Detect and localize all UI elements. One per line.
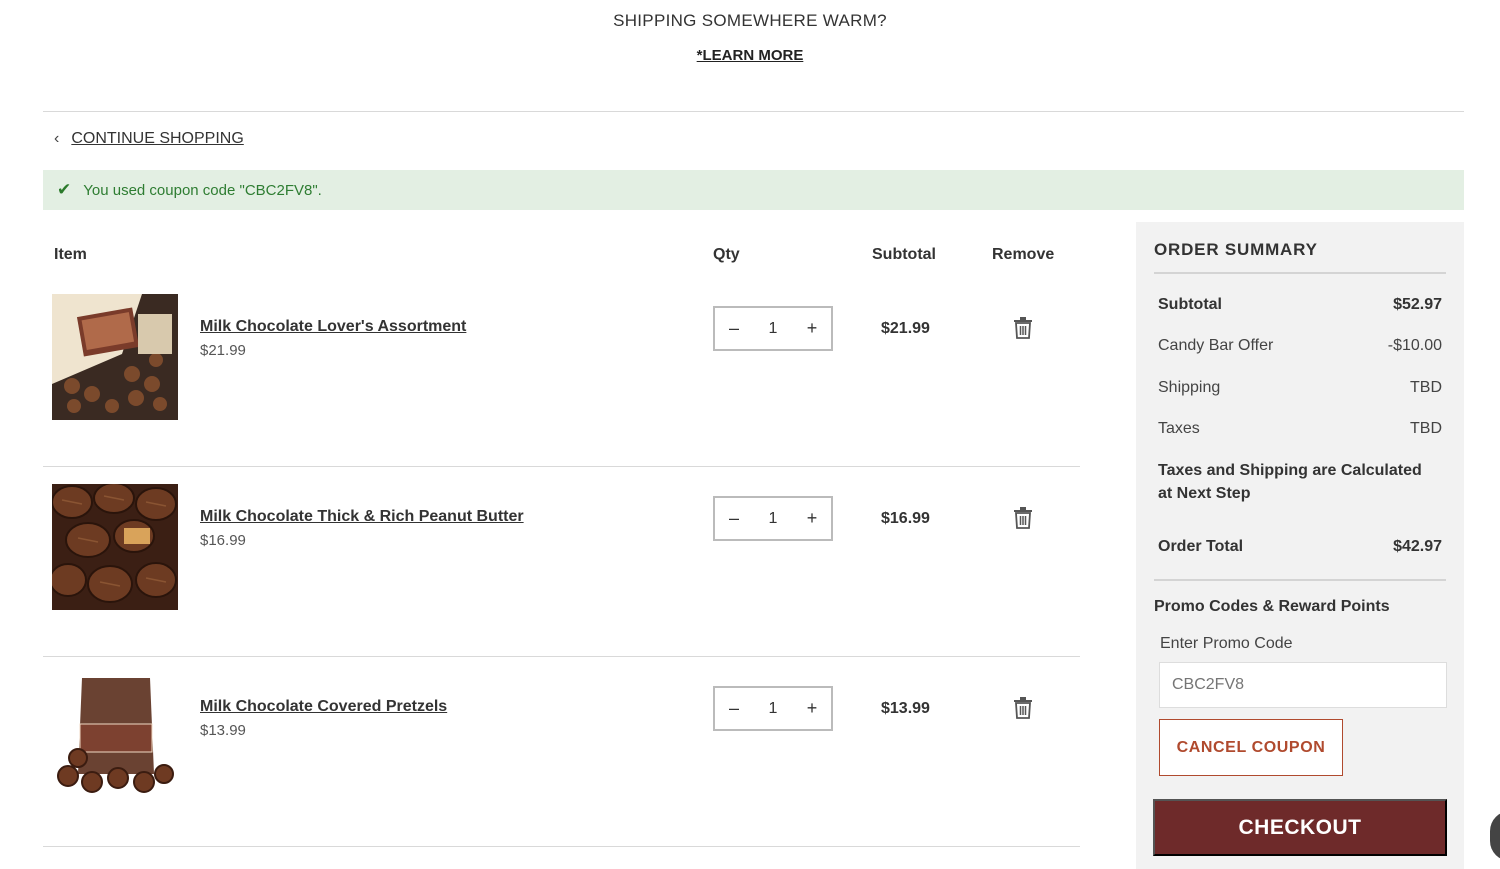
trash-icon[interactable] bbox=[1013, 697, 1033, 719]
continue-shopping[interactable]: ‹ CONTINUE SHOPPING bbox=[54, 130, 244, 148]
summary-offer-label: Candy Bar Offer bbox=[1158, 337, 1274, 354]
row-subtotal: $16.99 bbox=[881, 510, 930, 527]
order-summary: ORDER SUMMARY Subtotal $52.97 Candy Bar … bbox=[1136, 222, 1464, 869]
header-qty: Qty bbox=[713, 246, 740, 263]
trash-icon[interactable] bbox=[1013, 507, 1033, 529]
product-price: $13.99 bbox=[200, 722, 246, 739]
quantity-stepper: – 1 + bbox=[713, 686, 833, 731]
chat-widget-button[interactable] bbox=[1490, 811, 1500, 861]
row-divider bbox=[43, 466, 1080, 467]
summary-total-value: $42.97 bbox=[1393, 538, 1442, 555]
promo-banner: SHIPPING SOMEWHERE WARM? *LEARN MORE bbox=[0, 0, 1500, 100]
product-name-link[interactable]: Milk Chocolate Thick & Rich Peanut Butte… bbox=[200, 508, 524, 526]
summary-total-row: Order Total $42.97 bbox=[1158, 538, 1442, 556]
cart-row: Milk Chocolate Thick & Rich Peanut Butte… bbox=[43, 484, 1080, 674]
quantity-stepper: – 1 + bbox=[713, 306, 833, 351]
quantity-value[interactable]: 1 bbox=[769, 700, 778, 718]
product-price: $16.99 bbox=[200, 532, 246, 549]
cancel-coupon-button[interactable]: CANCEL COUPON bbox=[1159, 719, 1343, 776]
row-divider bbox=[43, 656, 1080, 657]
header-item: Item bbox=[54, 246, 87, 263]
minus-icon[interactable]: – bbox=[727, 508, 741, 529]
summary-taxes-label: Taxes bbox=[1158, 420, 1200, 437]
promo-title: SHIPPING SOMEWHERE WARM? bbox=[613, 11, 887, 30]
product-name-link[interactable]: Milk Chocolate Lover's Assortment bbox=[200, 318, 466, 336]
chevron-left-icon: ‹ bbox=[54, 130, 60, 147]
product-image[interactable] bbox=[52, 484, 178, 610]
cart-row: Milk Chocolate Covered Pretzels $13.99 –… bbox=[43, 674, 1080, 864]
promo-code-label: Enter Promo Code bbox=[1160, 635, 1293, 652]
summary-offer-value: -$10.00 bbox=[1387, 337, 1442, 354]
minus-icon[interactable]: – bbox=[727, 318, 741, 339]
summary-title: ORDER SUMMARY bbox=[1154, 240, 1318, 259]
summary-divider bbox=[1154, 579, 1446, 581]
summary-taxes-row: Taxes TBD bbox=[1158, 420, 1442, 438]
plus-icon[interactable]: + bbox=[805, 698, 819, 719]
header-remove: Remove bbox=[992, 246, 1055, 263]
plus-icon[interactable]: + bbox=[805, 318, 819, 339]
promo-code-input[interactable] bbox=[1159, 662, 1447, 708]
row-subtotal: $13.99 bbox=[881, 700, 930, 717]
summary-shipping-label: Shipping bbox=[1158, 379, 1221, 396]
quantity-value[interactable]: 1 bbox=[769, 320, 778, 338]
promo-heading: Promo Codes & Reward Points bbox=[1154, 598, 1390, 615]
checkout-button[interactable]: CHECKOUT bbox=[1153, 799, 1447, 856]
check-icon: ✔ bbox=[57, 180, 72, 199]
row-subtotal: $21.99 bbox=[881, 320, 930, 337]
divider bbox=[43, 111, 1464, 112]
row-divider bbox=[43, 846, 1080, 847]
product-image[interactable] bbox=[52, 294, 178, 420]
summary-total-label: Order Total bbox=[1158, 538, 1244, 555]
product-price: $21.99 bbox=[200, 342, 246, 359]
coupon-success-message: ✔ You used coupon code "CBC2FV8". bbox=[43, 170, 1464, 210]
product-image[interactable] bbox=[52, 674, 178, 800]
product-name-link[interactable]: Milk Chocolate Covered Pretzels bbox=[200, 698, 447, 716]
minus-icon[interactable]: – bbox=[727, 698, 741, 719]
summary-taxes-value: TBD bbox=[1410, 420, 1442, 437]
quantity-stepper: – 1 + bbox=[713, 496, 833, 541]
trash-icon[interactable] bbox=[1013, 317, 1033, 339]
summary-subtotal-row: Subtotal $52.97 bbox=[1158, 296, 1442, 314]
coupon-message-text: You used coupon code "CBC2FV8". bbox=[83, 181, 322, 199]
summary-offer-row: Candy Bar Offer -$10.00 bbox=[1158, 337, 1442, 355]
summary-subtotal-value: $52.97 bbox=[1393, 296, 1442, 313]
cart-row: Milk Chocolate Lover's Assortment $21.99… bbox=[43, 294, 1080, 484]
summary-note: Taxes and Shipping are Calculated at Nex… bbox=[1158, 462, 1422, 502]
header-subtotal: Subtotal bbox=[872, 246, 936, 263]
quantity-value[interactable]: 1 bbox=[769, 510, 778, 528]
learn-more-link[interactable]: *LEARN MORE bbox=[697, 47, 804, 64]
summary-divider bbox=[1154, 272, 1446, 274]
summary-subtotal-label: Subtotal bbox=[1158, 296, 1222, 313]
summary-shipping-row: Shipping TBD bbox=[1158, 379, 1442, 397]
promo-link-wrap: *LEARN MORE bbox=[0, 47, 1500, 64]
summary-shipping-value: TBD bbox=[1410, 379, 1442, 396]
continue-shopping-link[interactable]: CONTINUE SHOPPING bbox=[71, 130, 243, 148]
plus-icon[interactable]: + bbox=[805, 508, 819, 529]
